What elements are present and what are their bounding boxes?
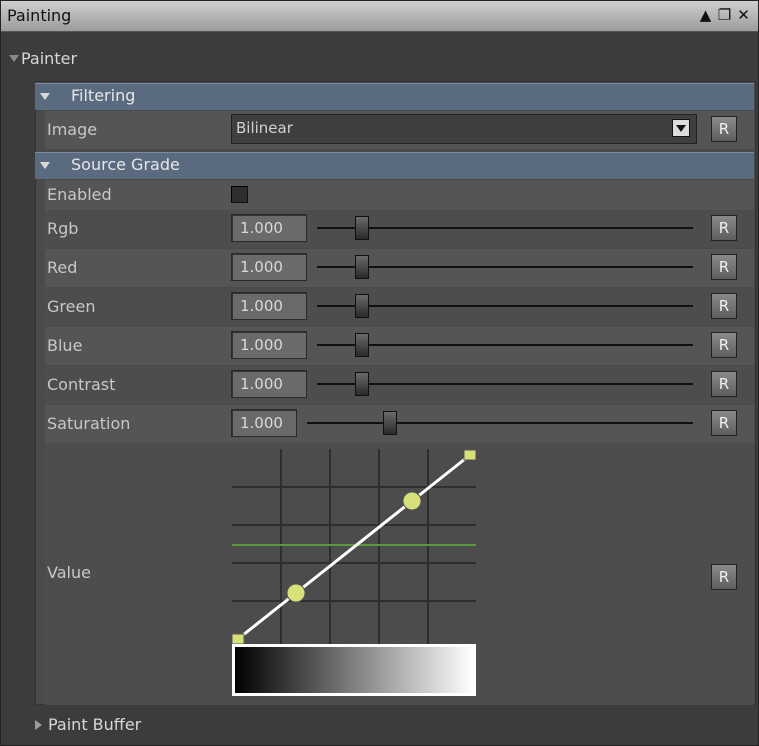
green-slider-track[interactable] <box>317 305 693 307</box>
rgb-slider-handle[interactable] <box>355 216 369 240</box>
enabled-label: Enabled <box>47 185 112 204</box>
contrast-value-field[interactable]: 1.000 <box>231 370 307 398</box>
panel-title-bar[interactable]: Painting ▲ ❐ ✕ <box>1 1 758 32</box>
value-curve-editor[interactable] <box>231 449 477 645</box>
rgb-label: Rgb <box>47 219 79 238</box>
contrast-reset-button[interactable]: R <box>711 371 737 397</box>
rgb-reset-button[interactable]: R <box>711 215 737 241</box>
saturation-slider-track[interactable] <box>307 422 693 424</box>
enabled-row: Enabled <box>45 180 754 210</box>
contrast-slider-track[interactable] <box>317 383 693 385</box>
curve-control-point[interactable] <box>402 491 422 511</box>
collapse-triangle-icon[interactable] <box>40 93 50 100</box>
blue-slider-track[interactable] <box>317 344 693 346</box>
source-grade-section-label: Source Grade <box>71 155 180 174</box>
image-filter-value: Bilinear <box>236 119 293 137</box>
contrast-label: Contrast <box>47 375 116 394</box>
move-up-icon[interactable]: ▲ <box>697 7 714 24</box>
paint-buffer-label: Paint Buffer <box>48 715 142 734</box>
collapse-triangle-icon[interactable] <box>9 55 19 62</box>
painter-section-header[interactable]: Painter <box>9 49 77 68</box>
collapse-triangle-icon[interactable] <box>40 162 50 169</box>
red-slider-track[interactable] <box>317 266 693 268</box>
blue-reset-button[interactable]: R <box>711 332 737 358</box>
paint-buffer-section-header[interactable]: Paint Buffer <box>35 715 141 734</box>
red-value-field[interactable]: 1.000 <box>231 253 307 281</box>
expand-triangle-icon[interactable] <box>35 719 42 730</box>
blue-label: Blue <box>47 336 83 355</box>
red-row: Red 1.000 R <box>45 249 754 287</box>
red-reset-button[interactable]: R <box>711 254 737 280</box>
green-label: Green <box>47 297 96 316</box>
saturation-row: Saturation 1.000 R <box>45 405 754 443</box>
green-row: Green 1.000 R <box>45 288 754 326</box>
saturation-slider-handle[interactable] <box>383 411 397 435</box>
blue-row: Blue 1.000 R <box>45 327 754 365</box>
value-curve-line[interactable] <box>237 453 471 641</box>
curve-control-point[interactable] <box>286 583 306 603</box>
blue-value-field[interactable]: 1.000 <box>231 331 307 359</box>
close-icon[interactable]: ✕ <box>735 7 752 24</box>
value-label: Value <box>47 563 91 582</box>
image-filter-row: Image Bilinear R <box>45 111 754 149</box>
red-slider-handle[interactable] <box>355 255 369 279</box>
red-label: Red <box>47 258 78 277</box>
chevron-down-icon[interactable] <box>672 119 690 137</box>
contrast-slider-handle[interactable] <box>355 372 369 396</box>
source-grade-section-header[interactable]: Source Grade <box>35 152 754 179</box>
rgb-row: Rgb 1.000 R <box>45 210 754 248</box>
painter-section-label: Painter <box>21 49 78 68</box>
curve-control-point[interactable] <box>463 449 477 461</box>
rgb-value-field[interactable]: 1.000 <box>231 214 307 242</box>
green-value-field[interactable]: 1.000 <box>231 292 307 320</box>
saturation-label: Saturation <box>47 414 131 433</box>
restore-window-icon[interactable]: ❐ <box>716 7 733 24</box>
image-label: Image <box>47 120 98 139</box>
curve-control-point[interactable] <box>231 633 245 645</box>
blue-slider-handle[interactable] <box>355 333 369 357</box>
enabled-checkbox[interactable] <box>231 186 248 203</box>
saturation-reset-button[interactable]: R <box>711 410 737 436</box>
filtering-section-header[interactable]: Filtering <box>35 83 754 110</box>
contrast-row: Contrast 1.000 R <box>45 366 754 404</box>
saturation-value-field[interactable]: 1.000 <box>231 409 297 437</box>
image-reset-button[interactable]: R <box>711 116 737 142</box>
rgb-slider-track[interactable] <box>317 227 693 229</box>
painting-panel: Painting ▲ ❐ ✕ Painter Filtering Image B… <box>0 0 759 746</box>
green-reset-button[interactable]: R <box>711 293 737 319</box>
value-gradient-bar <box>232 644 476 696</box>
panel-title: Painting <box>7 6 72 25</box>
value-reset-button[interactable]: R <box>711 564 737 590</box>
green-slider-handle[interactable] <box>355 294 369 318</box>
curve-svg[interactable] <box>231 449 477 645</box>
filtering-section-label: Filtering <box>71 86 136 105</box>
image-filter-dropdown[interactable]: Bilinear <box>231 114 697 144</box>
